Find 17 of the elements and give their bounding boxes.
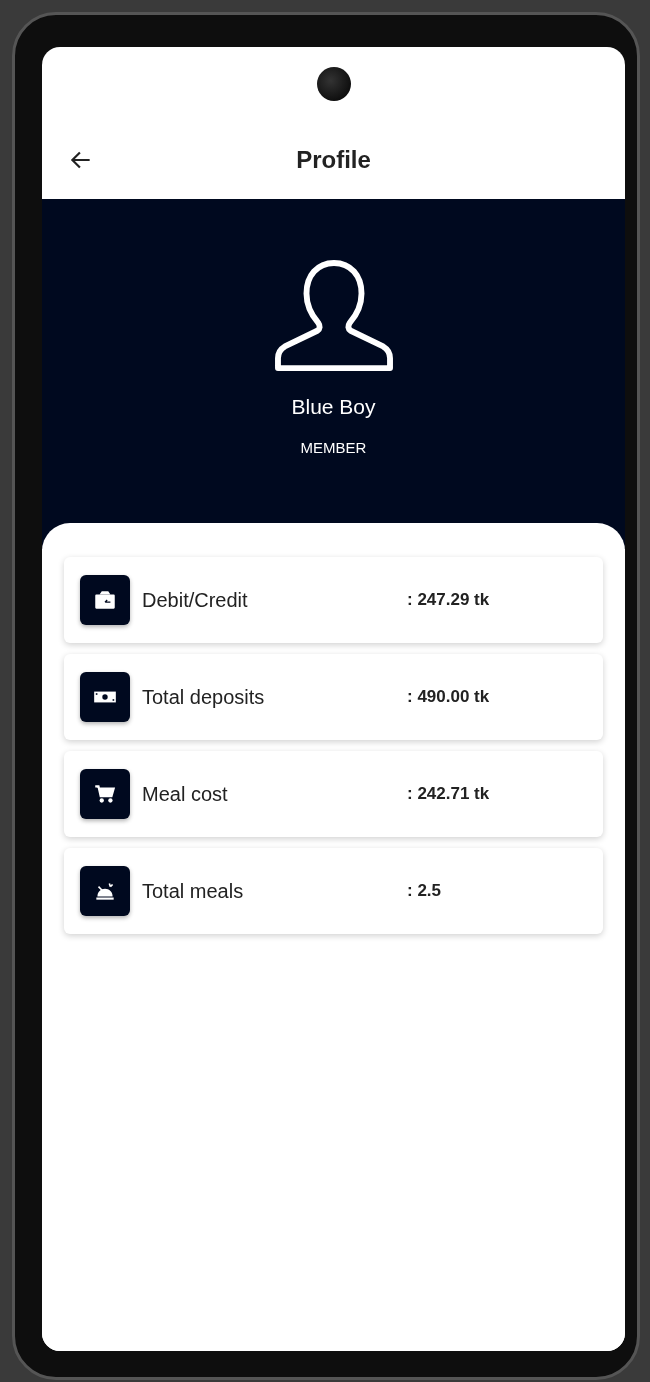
stat-label: Total deposits <box>142 685 266 709</box>
camera-dot <box>316 67 351 101</box>
stat-value: : 2.5 <box>407 881 442 901</box>
stat-label: Debit/Credit <box>142 588 249 612</box>
page-title: Profile <box>296 146 371 174</box>
person-silhouette-icon <box>274 259 393 373</box>
banknote-icon <box>80 672 130 722</box>
user-name: Blue Boy <box>291 395 376 419</box>
stat-value: : 490.00 tk <box>407 687 490 707</box>
meal-icon <box>80 866 130 916</box>
wallet-icon <box>80 575 130 625</box>
stat-label: Total meals <box>142 879 245 903</box>
stat-label: Meal cost <box>142 782 229 806</box>
user-role: MEMBER <box>300 439 367 456</box>
cart-icon <box>80 769 130 819</box>
stat-value: : 247.29 tk <box>407 590 490 610</box>
stat-value: : 242.71 tk <box>407 784 490 804</box>
